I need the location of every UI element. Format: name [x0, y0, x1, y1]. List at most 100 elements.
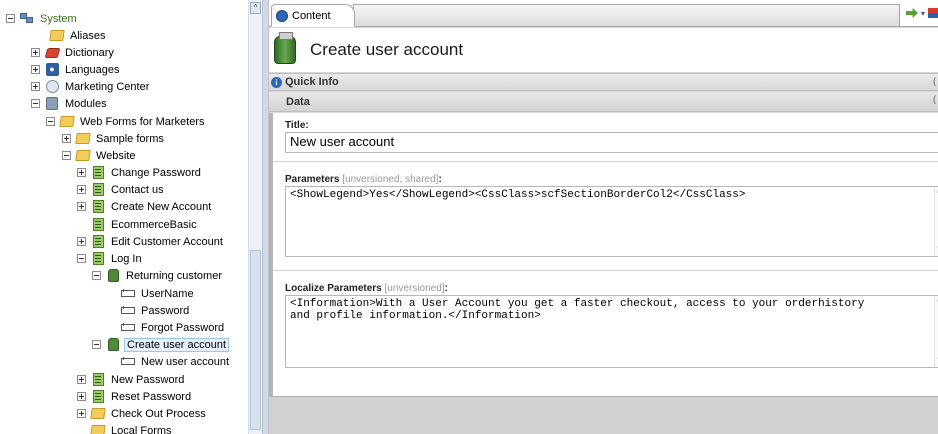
tree-item-label: Web Forms for Marketers — [80, 115, 205, 128]
content-tree: System Aliases Dictionary ● Languages Ma… — [0, 0, 262, 434]
expand-toggle-icon[interactable] — [62, 134, 71, 143]
expand-toggle-icon[interactable] — [31, 82, 40, 91]
tree-item-check-out-process[interactable]: Check Out Process — [77, 405, 208, 422]
languages-icon: ● — [45, 63, 59, 77]
tree-item-password[interactable]: Password — [107, 302, 191, 319]
quick-info-label: Quick Info — [285, 76, 339, 88]
expand-toggle-icon[interactable] — [77, 185, 86, 194]
tree-item-label: Local Forms — [111, 424, 172, 434]
field-scrollbar[interactable] — [934, 296, 938, 367]
tree-item-languages[interactable]: ● Languages — [31, 61, 121, 78]
tree-item-aliases[interactable]: Aliases — [36, 27, 107, 44]
tree-item-forgot-password[interactable]: Forgot Password — [107, 319, 226, 336]
scrollbar-thumb[interactable] — [250, 250, 261, 430]
dictionary-icon — [44, 46, 60, 60]
chevron-down-icon[interactable]: ▾ — [921, 9, 925, 18]
tree-item-new-user-account[interactable]: New user account — [107, 353, 231, 370]
field-icon — [121, 355, 135, 369]
section-icon — [274, 32, 296, 64]
tree-item-dictionary[interactable]: Dictionary — [31, 44, 116, 61]
item-header: Create user account — [269, 28, 938, 72]
tree-item-marketing-center[interactable]: Marketing Center — [31, 78, 151, 95]
scroll-up-icon[interactable]: ^ — [250, 2, 261, 14]
title-field[interactable]: New user account — [285, 132, 938, 153]
expand-toggle-icon[interactable] — [77, 375, 86, 384]
tree-item-edit-customer-account[interactable]: Edit Customer Account — [77, 233, 225, 250]
tree-item-label: Log In — [111, 252, 142, 265]
folder-icon — [75, 132, 91, 146]
tree-item-new-password[interactable]: New Password — [77, 371, 186, 388]
collapse-toggle-icon[interactable] — [92, 271, 101, 280]
tree-item-log-in[interactable]: Log In — [77, 250, 144, 267]
expand-toggle-icon[interactable] — [31, 65, 40, 74]
tree-item-label: Edit Customer Account — [111, 235, 223, 248]
tree-item-label: Create user account — [124, 337, 230, 352]
tree-item-label: Returning customer — [126, 269, 222, 282]
data-section-bar[interactable]: Data ( — [269, 92, 938, 112]
collapse-toggle-icon[interactable] — [77, 254, 86, 263]
page-title: Create user account — [310, 40, 464, 59]
localize-parameters-field[interactable]: <Information>With a User Account you get… — [285, 295, 938, 368]
form-icon — [91, 218, 105, 232]
tree-item-web-forms[interactable]: Web Forms for Marketers — [46, 113, 207, 130]
tree-item-create-user-account[interactable]: Create user account — [92, 336, 230, 353]
parameters-field-label: Parameters [unversioned, shared]: — [285, 174, 442, 185]
tree-item-label: Modules — [65, 97, 107, 110]
section-icon — [106, 269, 120, 283]
folder-icon — [59, 115, 75, 129]
field-scrollbar[interactable] — [934, 187, 938, 256]
tree-item-website[interactable]: Website — [62, 147, 138, 164]
tree-item-ecommercebasic[interactable]: EcommerceBasic — [77, 216, 199, 233]
expand-toggle-icon[interactable] — [77, 237, 86, 246]
tree-item-label: New Password — [111, 373, 185, 386]
collapse-toggle-icon[interactable] — [6, 14, 15, 23]
field-icon — [121, 304, 135, 318]
editor-footer — [269, 396, 938, 434]
tree-item-label: New user account — [141, 355, 230, 368]
expand-toggle-icon[interactable] — [77, 392, 86, 401]
collapse-toggle-icon[interactable] — [62, 151, 71, 160]
data-section-label: Data — [286, 95, 310, 108]
tree-item-create-new-account[interactable]: Create New Account — [77, 198, 213, 215]
tab-tools: ▾ — [905, 8, 938, 18]
tree-item-label: Password — [141, 304, 190, 317]
quick-info-bar[interactable]: i Quick Info ( — [269, 73, 938, 91]
tree-item-contact-us[interactable]: Contact us — [77, 181, 166, 198]
tree-item-label: Check Out Process — [111, 407, 206, 420]
parameters-field[interactable]: <ShowLegend>Yes</ShowLegend><CssClass>sc… — [285, 186, 938, 257]
tree-item-returning-customer[interactable]: Returning customer — [92, 267, 224, 284]
tree-item-label: Contact us — [111, 183, 164, 196]
form-icon — [91, 200, 105, 214]
tree-item-label: EcommerceBasic — [111, 218, 197, 231]
collapse-toggle-icon[interactable] — [46, 117, 55, 126]
tree-item-local-forms[interactable]: Local Forms — [77, 422, 174, 434]
panel-splitter[interactable] — [262, 0, 269, 434]
tab-content[interactable]: Content — [271, 4, 355, 27]
tree-item-system[interactable]: System — [6, 10, 79, 27]
expand-toggle-icon[interactable] — [77, 409, 86, 418]
expand-toggle-icon[interactable] — [77, 202, 86, 211]
collapse-toggle-icon[interactable] — [92, 340, 101, 349]
form-icon — [91, 390, 105, 404]
expand-toggle-icon[interactable] — [31, 48, 40, 57]
form-icon — [91, 235, 105, 249]
tree-item-label: Aliases — [70, 29, 106, 42]
language-flag-icon[interactable] — [928, 8, 938, 18]
folder-icon — [49, 29, 65, 43]
tree-item-sample-forms[interactable]: Sample forms — [62, 130, 166, 147]
form-icon — [91, 183, 105, 197]
navigate-arrow-icon[interactable] — [905, 8, 918, 18]
tree-item-label: Reset Password — [111, 390, 192, 403]
marketing-center-icon — [45, 80, 59, 94]
form-icon — [91, 373, 105, 387]
collapse-toggle-icon[interactable] — [31, 99, 40, 108]
tree-item-reset-password[interactable]: Reset Password — [77, 388, 193, 405]
expand-toggle-icon[interactable] — [77, 168, 86, 177]
folder-icon — [90, 407, 106, 421]
tab-label: Content — [292, 9, 331, 22]
field-icon — [121, 287, 135, 301]
tree-item-username[interactable]: UserName — [107, 285, 196, 302]
tree-item-modules[interactable]: Modules — [31, 95, 109, 112]
tree-scrollbar[interactable]: ^ — [248, 0, 262, 434]
tree-item-change-password[interactable]: Change Password — [77, 164, 203, 181]
